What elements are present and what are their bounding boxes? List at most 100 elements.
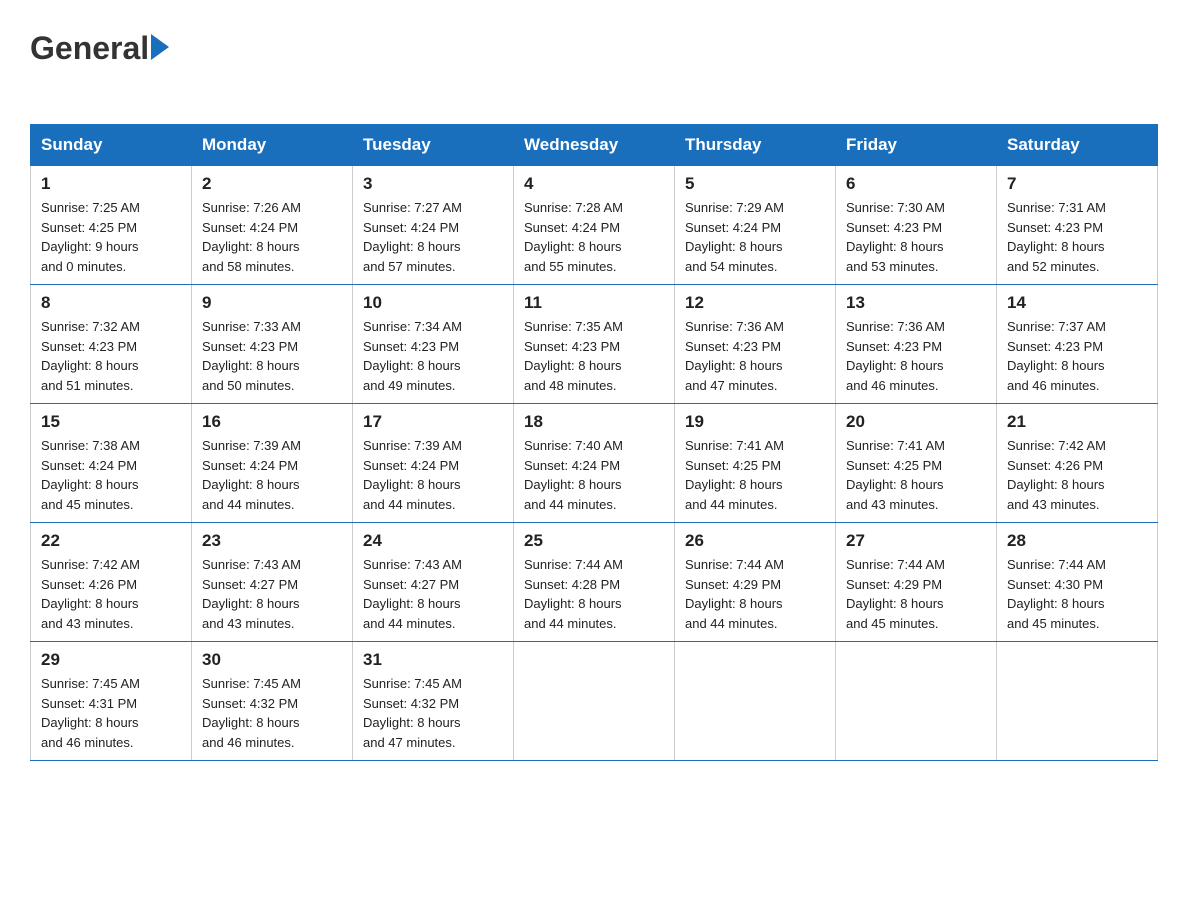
calendar-day-cell bbox=[997, 642, 1158, 761]
day-info: Sunrise: 7:43 AM Sunset: 4:27 PM Dayligh… bbox=[363, 557, 462, 631]
logo: General bbox=[30, 30, 169, 104]
day-number: 29 bbox=[41, 650, 181, 670]
day-number: 21 bbox=[1007, 412, 1147, 432]
logo-general-text: General bbox=[30, 30, 149, 67]
calendar-day-cell: 4 Sunrise: 7:28 AM Sunset: 4:24 PM Dayli… bbox=[514, 166, 675, 285]
calendar-day-cell: 9 Sunrise: 7:33 AM Sunset: 4:23 PM Dayli… bbox=[192, 285, 353, 404]
calendar-week-row: 29 Sunrise: 7:45 AM Sunset: 4:31 PM Dayl… bbox=[31, 642, 1158, 761]
day-number: 31 bbox=[363, 650, 503, 670]
day-info: Sunrise: 7:29 AM Sunset: 4:24 PM Dayligh… bbox=[685, 200, 784, 274]
calendar-day-cell bbox=[514, 642, 675, 761]
calendar-day-cell: 26 Sunrise: 7:44 AM Sunset: 4:29 PM Dayl… bbox=[675, 523, 836, 642]
day-number: 1 bbox=[41, 174, 181, 194]
calendar-day-cell: 23 Sunrise: 7:43 AM Sunset: 4:27 PM Dayl… bbox=[192, 523, 353, 642]
day-info: Sunrise: 7:41 AM Sunset: 4:25 PM Dayligh… bbox=[846, 438, 945, 512]
calendar-day-cell: 6 Sunrise: 7:30 AM Sunset: 4:23 PM Dayli… bbox=[836, 166, 997, 285]
calendar-day-cell: 8 Sunrise: 7:32 AM Sunset: 4:23 PM Dayli… bbox=[31, 285, 192, 404]
day-number: 14 bbox=[1007, 293, 1147, 313]
calendar-day-cell: 7 Sunrise: 7:31 AM Sunset: 4:23 PM Dayli… bbox=[997, 166, 1158, 285]
day-info: Sunrise: 7:27 AM Sunset: 4:24 PM Dayligh… bbox=[363, 200, 462, 274]
day-number: 25 bbox=[524, 531, 664, 551]
col-saturday: Saturday bbox=[997, 125, 1158, 166]
calendar-table: Sunday Monday Tuesday Wednesday Thursday… bbox=[30, 124, 1158, 761]
day-number: 18 bbox=[524, 412, 664, 432]
calendar-day-cell: 18 Sunrise: 7:40 AM Sunset: 4:24 PM Dayl… bbox=[514, 404, 675, 523]
day-info: Sunrise: 7:39 AM Sunset: 4:24 PM Dayligh… bbox=[363, 438, 462, 512]
calendar-week-row: 15 Sunrise: 7:38 AM Sunset: 4:24 PM Dayl… bbox=[31, 404, 1158, 523]
day-info: Sunrise: 7:28 AM Sunset: 4:24 PM Dayligh… bbox=[524, 200, 623, 274]
calendar-day-cell: 11 Sunrise: 7:35 AM Sunset: 4:23 PM Dayl… bbox=[514, 285, 675, 404]
day-info: Sunrise: 7:36 AM Sunset: 4:23 PM Dayligh… bbox=[846, 319, 945, 393]
day-number: 17 bbox=[363, 412, 503, 432]
day-info: Sunrise: 7:45 AM Sunset: 4:32 PM Dayligh… bbox=[202, 676, 301, 750]
day-info: Sunrise: 7:42 AM Sunset: 4:26 PM Dayligh… bbox=[41, 557, 140, 631]
day-number: 6 bbox=[846, 174, 986, 194]
day-info: Sunrise: 7:44 AM Sunset: 4:29 PM Dayligh… bbox=[685, 557, 784, 631]
day-info: Sunrise: 7:30 AM Sunset: 4:23 PM Dayligh… bbox=[846, 200, 945, 274]
calendar-day-cell: 20 Sunrise: 7:41 AM Sunset: 4:25 PM Dayl… bbox=[836, 404, 997, 523]
calendar-day-cell: 14 Sunrise: 7:37 AM Sunset: 4:23 PM Dayl… bbox=[997, 285, 1158, 404]
day-number: 24 bbox=[363, 531, 503, 551]
day-number: 2 bbox=[202, 174, 342, 194]
day-info: Sunrise: 7:37 AM Sunset: 4:23 PM Dayligh… bbox=[1007, 319, 1106, 393]
day-info: Sunrise: 7:42 AM Sunset: 4:26 PM Dayligh… bbox=[1007, 438, 1106, 512]
day-number: 11 bbox=[524, 293, 664, 313]
page-header: General bbox=[30, 30, 1158, 104]
day-number: 28 bbox=[1007, 531, 1147, 551]
calendar-week-row: 8 Sunrise: 7:32 AM Sunset: 4:23 PM Dayli… bbox=[31, 285, 1158, 404]
day-number: 22 bbox=[41, 531, 181, 551]
calendar-day-cell: 12 Sunrise: 7:36 AM Sunset: 4:23 PM Dayl… bbox=[675, 285, 836, 404]
day-number: 12 bbox=[685, 293, 825, 313]
day-number: 15 bbox=[41, 412, 181, 432]
day-info: Sunrise: 7:38 AM Sunset: 4:24 PM Dayligh… bbox=[41, 438, 140, 512]
calendar-week-row: 22 Sunrise: 7:42 AM Sunset: 4:26 PM Dayl… bbox=[31, 523, 1158, 642]
day-info: Sunrise: 7:33 AM Sunset: 4:23 PM Dayligh… bbox=[202, 319, 301, 393]
logo-arrow-icon bbox=[151, 34, 169, 60]
day-info: Sunrise: 7:34 AM Sunset: 4:23 PM Dayligh… bbox=[363, 319, 462, 393]
calendar-day-cell: 5 Sunrise: 7:29 AM Sunset: 4:24 PM Dayli… bbox=[675, 166, 836, 285]
calendar-day-cell: 2 Sunrise: 7:26 AM Sunset: 4:24 PM Dayli… bbox=[192, 166, 353, 285]
day-number: 27 bbox=[846, 531, 986, 551]
day-number: 10 bbox=[363, 293, 503, 313]
day-info: Sunrise: 7:32 AM Sunset: 4:23 PM Dayligh… bbox=[41, 319, 140, 393]
day-number: 30 bbox=[202, 650, 342, 670]
calendar-day-cell: 19 Sunrise: 7:41 AM Sunset: 4:25 PM Dayl… bbox=[675, 404, 836, 523]
day-info: Sunrise: 7:44 AM Sunset: 4:28 PM Dayligh… bbox=[524, 557, 623, 631]
day-info: Sunrise: 7:41 AM Sunset: 4:25 PM Dayligh… bbox=[685, 438, 784, 512]
calendar-day-cell: 31 Sunrise: 7:45 AM Sunset: 4:32 PM Dayl… bbox=[353, 642, 514, 761]
calendar-day-cell bbox=[675, 642, 836, 761]
col-wednesday: Wednesday bbox=[514, 125, 675, 166]
calendar-day-cell: 15 Sunrise: 7:38 AM Sunset: 4:24 PM Dayl… bbox=[31, 404, 192, 523]
day-number: 20 bbox=[846, 412, 986, 432]
calendar-day-cell: 3 Sunrise: 7:27 AM Sunset: 4:24 PM Dayli… bbox=[353, 166, 514, 285]
calendar-day-cell: 13 Sunrise: 7:36 AM Sunset: 4:23 PM Dayl… bbox=[836, 285, 997, 404]
calendar-week-row: 1 Sunrise: 7:25 AM Sunset: 4:25 PM Dayli… bbox=[31, 166, 1158, 285]
day-info: Sunrise: 7:45 AM Sunset: 4:32 PM Dayligh… bbox=[363, 676, 462, 750]
day-info: Sunrise: 7:44 AM Sunset: 4:29 PM Dayligh… bbox=[846, 557, 945, 631]
day-info: Sunrise: 7:36 AM Sunset: 4:23 PM Dayligh… bbox=[685, 319, 784, 393]
day-number: 9 bbox=[202, 293, 342, 313]
calendar-day-cell: 16 Sunrise: 7:39 AM Sunset: 4:24 PM Dayl… bbox=[192, 404, 353, 523]
day-number: 4 bbox=[524, 174, 664, 194]
day-number: 19 bbox=[685, 412, 825, 432]
col-friday: Friday bbox=[836, 125, 997, 166]
day-number: 5 bbox=[685, 174, 825, 194]
calendar-day-cell: 25 Sunrise: 7:44 AM Sunset: 4:28 PM Dayl… bbox=[514, 523, 675, 642]
day-number: 13 bbox=[846, 293, 986, 313]
calendar-day-cell: 28 Sunrise: 7:44 AM Sunset: 4:30 PM Dayl… bbox=[997, 523, 1158, 642]
col-sunday: Sunday bbox=[31, 125, 192, 166]
calendar-header-row: Sunday Monday Tuesday Wednesday Thursday… bbox=[31, 125, 1158, 166]
calendar-day-cell bbox=[836, 642, 997, 761]
day-info: Sunrise: 7:43 AM Sunset: 4:27 PM Dayligh… bbox=[202, 557, 301, 631]
day-number: 8 bbox=[41, 293, 181, 313]
day-info: Sunrise: 7:25 AM Sunset: 4:25 PM Dayligh… bbox=[41, 200, 140, 274]
col-thursday: Thursday bbox=[675, 125, 836, 166]
day-info: Sunrise: 7:45 AM Sunset: 4:31 PM Dayligh… bbox=[41, 676, 140, 750]
day-number: 23 bbox=[202, 531, 342, 551]
day-number: 7 bbox=[1007, 174, 1147, 194]
calendar-day-cell: 30 Sunrise: 7:45 AM Sunset: 4:32 PM Dayl… bbox=[192, 642, 353, 761]
day-info: Sunrise: 7:40 AM Sunset: 4:24 PM Dayligh… bbox=[524, 438, 623, 512]
calendar-day-cell: 21 Sunrise: 7:42 AM Sunset: 4:26 PM Dayl… bbox=[997, 404, 1158, 523]
day-info: Sunrise: 7:31 AM Sunset: 4:23 PM Dayligh… bbox=[1007, 200, 1106, 274]
day-info: Sunrise: 7:35 AM Sunset: 4:23 PM Dayligh… bbox=[524, 319, 623, 393]
